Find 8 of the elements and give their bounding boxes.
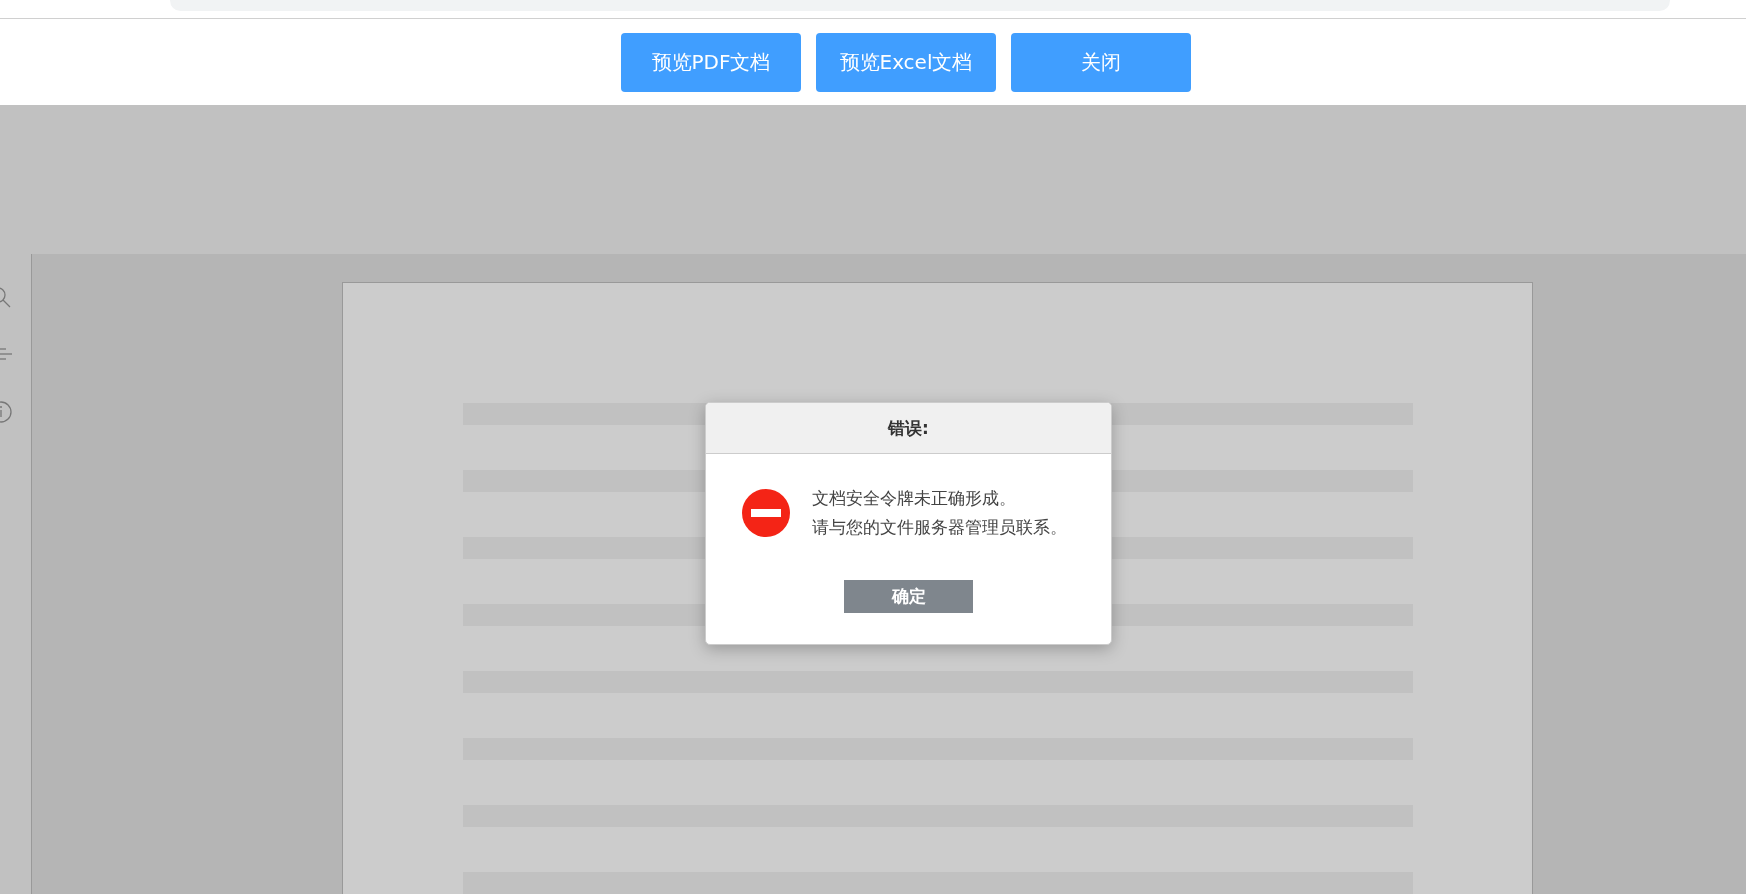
toolbar-button[interactable]: 预览PDF文档 bbox=[621, 32, 801, 92]
toolbar-button[interactable]: 预览Excel文档 bbox=[816, 32, 996, 92]
error-icon bbox=[742, 489, 790, 537]
dialog-title: 错误: bbox=[888, 416, 929, 440]
error-message: 文档安全令牌未正确形成。 bbox=[812, 487, 1017, 510]
toolbar-button[interactable]: 关闭 bbox=[1011, 32, 1191, 92]
ok-button[interactable]: 确定 bbox=[844, 580, 973, 613]
error-message: 请与您的文件服务器管理员联系。 bbox=[812, 516, 1067, 539]
